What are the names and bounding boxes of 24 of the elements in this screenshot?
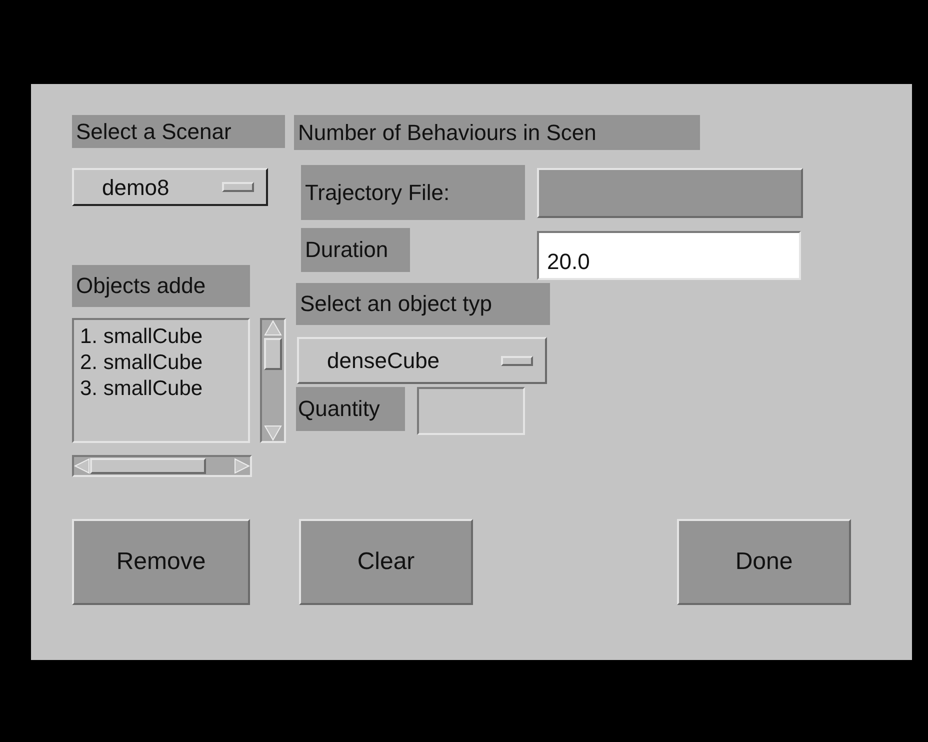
vertical-scrollbar[interactable] <box>260 318 286 443</box>
scenario-label: Select a Scenar <box>72 115 285 148</box>
quantity-field[interactable] <box>417 387 525 435</box>
quantity-label: Quantity <box>296 387 405 431</box>
list-item[interactable]: 1. smallCube <box>80 324 248 350</box>
option-indicator-icon <box>222 182 254 192</box>
duration-field[interactable]: 20.0 <box>537 231 801 280</box>
option-menu[interactable]: denseCube <box>297 337 547 384</box>
action-button[interactable]: Done <box>677 519 851 605</box>
trajectory-label: Trajectory File: <box>301 165 525 220</box>
trajectory-file-button[interactable] <box>537 168 803 218</box>
scroll-thumb[interactable] <box>264 338 282 370</box>
action-button[interactable]: Clear <box>299 519 473 605</box>
horizontal-scrollbar[interactable] <box>72 455 252 477</box>
option-indicator-icon <box>501 356 533 366</box>
list-item[interactable]: 3. smallCube <box>80 376 248 402</box>
object-type-label: Select an object typ <box>296 283 550 325</box>
behaviours-label: Number of Behaviours in Scen <box>294 115 700 150</box>
objects-list[interactable]: 1. smallCube 2. smallCube 3. smallCube <box>72 318 250 443</box>
duration-label: Duration <box>301 228 410 272</box>
list-item[interactable]: 2. smallCube <box>80 350 248 376</box>
action-button[interactable]: Remove <box>72 519 250 605</box>
objects-label: Objects adde <box>72 265 250 307</box>
option-menu[interactable]: demo8 <box>72 168 268 206</box>
